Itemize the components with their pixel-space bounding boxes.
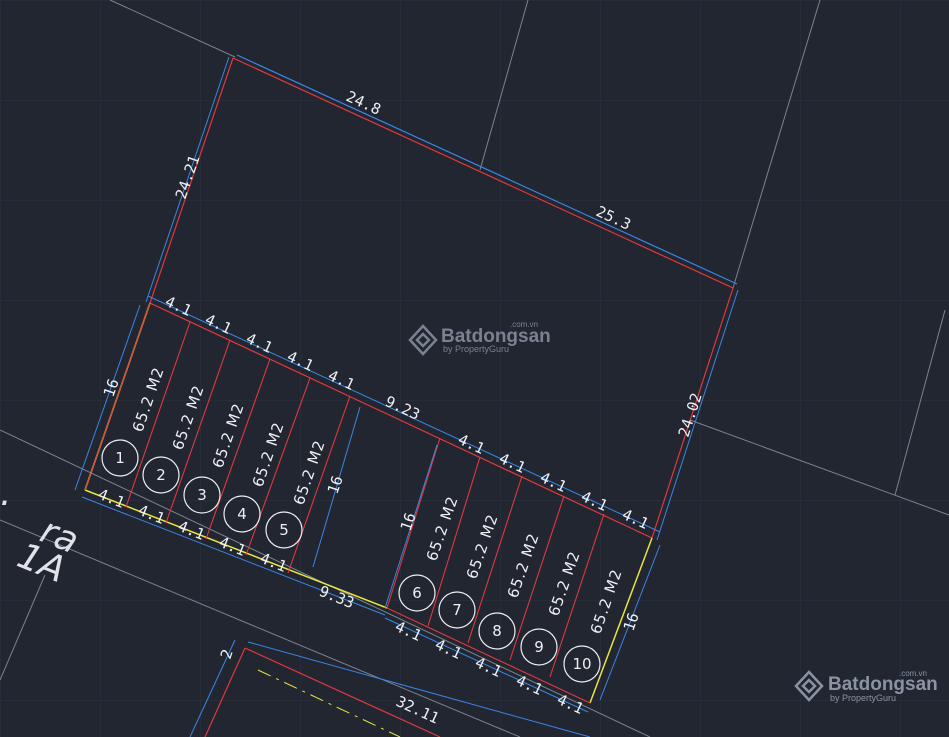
watermark-corner-sub: by PropertyGuru bbox=[830, 693, 896, 703]
watermark-domain: .com.vn bbox=[510, 320, 538, 329]
lot-number-5: 5 bbox=[279, 521, 289, 539]
cad-drawing: 24.8 25.3 24.21 24.02 4.1 4.1 4.1 4.1 4.… bbox=[0, 0, 949, 737]
lot-number-7: 7 bbox=[452, 601, 462, 619]
lot-number-3: 3 bbox=[197, 486, 207, 504]
watermark-corner-domain: .com.vn bbox=[899, 669, 927, 678]
lot-number-10: 10 bbox=[572, 655, 591, 673]
lot-number-2: 2 bbox=[156, 466, 166, 484]
lot-number-8: 8 bbox=[492, 622, 502, 640]
lot-number-6: 6 bbox=[412, 584, 422, 602]
road-text-fragment: . bbox=[0, 473, 11, 514]
lot-number-9: 9 bbox=[534, 638, 544, 656]
lot-number-4: 4 bbox=[237, 505, 247, 523]
lot-number-1: 1 bbox=[115, 449, 125, 467]
watermark-sub: by PropertyGuru bbox=[443, 344, 509, 354]
grid bbox=[0, 0, 949, 737]
